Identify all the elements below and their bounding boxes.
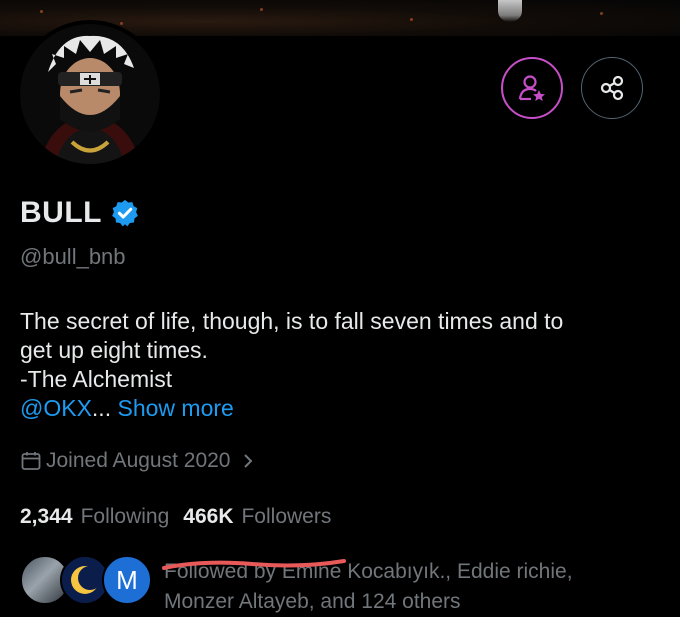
show-more-link[interactable]: Show more: [117, 395, 233, 421]
avatar-illustration: [20, 24, 160, 164]
verified-badge-icon[interactable]: [110, 198, 140, 228]
calendar-icon: [21, 452, 41, 470]
following-link[interactable]: 2,344 Following: [20, 505, 169, 529]
bio-ellipsis: ...: [91, 395, 112, 421]
share-button[interactable]: [581, 57, 643, 119]
person-star-icon: [518, 75, 545, 101]
follower-avatar: M: [102, 555, 152, 605]
bio-mention-link[interactable]: @OKX: [20, 395, 92, 421]
bio-line: The secret of life, though, is to fall s…: [20, 308, 564, 334]
joined-date-row[interactable]: Joined August 2020: [20, 449, 255, 473]
profile-name-row: BULL: [20, 196, 140, 230]
joined-date: Joined August 2020: [46, 449, 231, 472]
profile-avatar[interactable]: [16, 20, 164, 168]
following-label: Following: [80, 505, 170, 528]
profile-bio: The secret of life, though, is to fall s…: [20, 307, 660, 423]
profile-name: BULL: [20, 196, 102, 229]
bio-link-line: @OKX... Show more: [20, 394, 660, 423]
followers-count: 466K: [183, 505, 234, 528]
share-icon: [600, 75, 624, 101]
profile-handle: @bull_bnb: [20, 244, 126, 269]
following-count: 2,344: [20, 505, 73, 528]
bio-line: get up eight times.: [20, 337, 208, 363]
red-strikethrough-annotation: [162, 559, 346, 570]
chevron-right-icon: [243, 454, 252, 468]
bio-line: -The Alchemist: [20, 366, 173, 392]
followers-label: Followers: [241, 505, 332, 528]
followers-link[interactable]: 466K Followers: [183, 505, 331, 529]
follow-stats: 2,344 Following 466K Followers: [20, 505, 331, 529]
subscribe-button[interactable]: [501, 57, 563, 119]
followed-by-line: Monzer Altayeb, and 124 others: [164, 590, 461, 613]
